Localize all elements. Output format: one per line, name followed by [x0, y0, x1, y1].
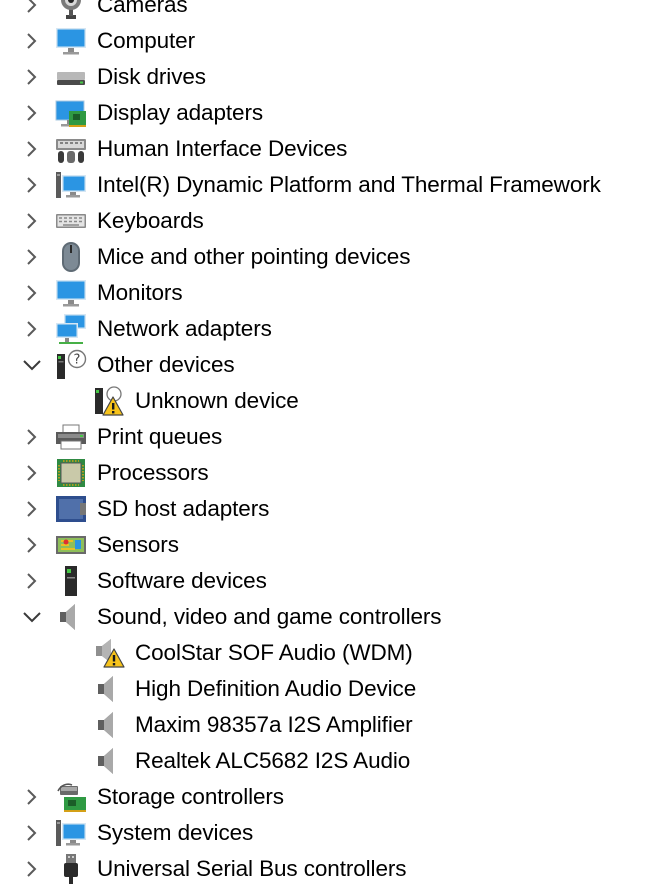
disk-drive-icon — [55, 61, 87, 93]
tree-item-label: SD host adapters — [97, 496, 270, 521]
tree-category-mice-and-other-pointing-devices[interactable]: Mice and other pointing devices — [0, 239, 662, 275]
tree-category-storage-controllers[interactable]: Storage controllers — [0, 779, 662, 815]
other-devices-icon: ? — [55, 349, 87, 381]
tree-item-label: Other devices — [97, 352, 235, 377]
unknown-device-warning-icon — [93, 385, 125, 417]
tree-category-sensors[interactable]: Sensors — [0, 527, 662, 563]
tree-item-label: Disk drives — [97, 64, 206, 89]
tree-item-label: Cameras — [97, 0, 188, 17]
sensor-icon — [55, 529, 87, 561]
tree-item-label: Monitors — [97, 280, 183, 305]
tree-category-system-devices[interactable]: System devices — [0, 815, 662, 851]
camera-icon — [55, 0, 87, 21]
tree-category-human-interface-devices[interactable]: Human Interface Devices — [0, 131, 662, 167]
tree-item-label: Print queues — [97, 424, 223, 449]
chevron-right-icon[interactable] — [22, 248, 42, 266]
tree-item-label: High Definition Audio Device — [135, 676, 417, 701]
chevron-right-icon[interactable] — [22, 284, 42, 302]
keyboard-icon — [55, 205, 87, 237]
tree-item-label: Sensors — [97, 532, 179, 557]
tree-category-sound-video-and-game-controllers[interactable]: Sound, video and game controllers — [0, 599, 662, 635]
tree-category-network-adapters[interactable]: Network adapters — [0, 311, 662, 347]
chevron-right-icon[interactable] — [22, 788, 42, 806]
monitor-icon — [55, 277, 87, 309]
chevron-right-icon[interactable] — [22, 104, 42, 122]
printer-icon — [55, 421, 87, 453]
chevron-right-icon[interactable] — [22, 860, 42, 878]
chevron-right-icon[interactable] — [22, 824, 42, 842]
tree-item-label: Human Interface Devices — [97, 136, 348, 161]
tree-device-maxim-98357a-i2s-amplifier[interactable]: Maxim 98357a I2S Amplifier — [0, 707, 662, 743]
mouse-icon — [55, 241, 87, 273]
chevron-right-icon[interactable] — [22, 500, 42, 518]
hid-icon — [55, 133, 87, 165]
network-adapter-icon — [55, 313, 87, 345]
display-adapter-icon — [55, 97, 87, 129]
system-device-icon — [55, 817, 87, 849]
tree-device-unknown-device[interactable]: Unknown device — [0, 383, 662, 419]
speaker-warning-icon — [93, 637, 125, 669]
chevron-right-icon[interactable] — [22, 320, 42, 338]
chevron-right-icon[interactable] — [22, 428, 42, 446]
storage-controller-icon — [55, 781, 87, 813]
tree-device-realtek-alc5682-i2s-audio[interactable]: Realtek ALC5682 I2S Audio — [0, 743, 662, 779]
tree-item-label: Processors — [97, 460, 209, 485]
chevron-right-icon[interactable] — [22, 32, 42, 50]
chevron-right-icon[interactable] — [22, 572, 42, 590]
speaker-icon — [93, 673, 125, 705]
chevron-right-icon[interactable] — [22, 176, 42, 194]
chevron-right-icon[interactable] — [22, 212, 42, 230]
system-device-icon — [55, 169, 87, 201]
speaker-icon — [93, 709, 125, 741]
tree-item-label: Keyboards — [97, 208, 204, 233]
tree-category-keyboards[interactable]: Keyboards — [0, 203, 662, 239]
tree-category-intel-r-dynamic-platform-and-thermal-framework[interactable]: Intel(R) Dynamic Platform and Thermal Fr… — [0, 167, 662, 203]
chevron-right-icon[interactable] — [22, 140, 42, 158]
tree-device-high-definition-audio-device[interactable]: High Definition Audio Device — [0, 671, 662, 707]
tree-device-coolstar-sof-audio-wdm[interactable]: CoolStar SOF Audio (WDM) — [0, 635, 662, 671]
tree-item-label: Software devices — [97, 568, 267, 593]
software-device-icon — [55, 565, 87, 597]
processor-icon — [55, 457, 87, 489]
svg-text:?: ? — [74, 353, 81, 368]
tree-item-label: Realtek ALC5682 I2S Audio — [135, 748, 411, 773]
tree-item-label: Sound, video and game controllers — [97, 604, 442, 629]
speaker-icon — [55, 601, 87, 633]
tree-category-print-queues[interactable]: Print queues — [0, 419, 662, 455]
tree-item-label: Universal Serial Bus controllers — [97, 856, 407, 881]
tree-item-label: System devices — [97, 820, 254, 845]
tree-item-label: Display adapters — [97, 100, 263, 125]
tree-item-label: CoolStar SOF Audio (WDM) — [135, 640, 413, 665]
monitor-icon — [55, 25, 87, 57]
usb-icon — [55, 853, 87, 885]
tree-category-software-devices[interactable]: Software devices — [0, 563, 662, 599]
tree-category-processors[interactable]: Processors — [0, 455, 662, 491]
tree-item-label: Maxim 98357a I2S Amplifier — [135, 712, 413, 737]
chevron-down-icon[interactable] — [22, 356, 42, 374]
tree-category-monitors[interactable]: Monitors — [0, 275, 662, 311]
tree-category-disk-drives[interactable]: Disk drives — [0, 59, 662, 95]
chevron-right-icon[interactable] — [22, 68, 42, 86]
tree-item-label: Storage controllers — [97, 784, 284, 809]
tree-category-sd-host-adapters[interactable]: SD host adapters — [0, 491, 662, 527]
chevron-right-icon[interactable] — [22, 536, 42, 554]
tree-item-label: Mice and other pointing devices — [97, 244, 411, 269]
chevron-down-icon[interactable] — [22, 608, 42, 626]
tree-item-label: Intel(R) Dynamic Platform and Thermal Fr… — [97, 172, 601, 197]
tree-category-other-devices[interactable]: ? Other devices — [0, 347, 662, 383]
tree-item-label: Computer — [97, 28, 195, 53]
tree-category-universal-serial-bus-controllers[interactable]: Universal Serial Bus controllers — [0, 851, 662, 887]
tree-category-computer[interactable]: Computer — [0, 23, 662, 59]
tree-item-label: Network adapters — [97, 316, 272, 341]
chevron-right-icon[interactable] — [22, 0, 42, 14]
tree-category-cameras[interactable]: Cameras — [0, 0, 662, 23]
chevron-right-icon[interactable] — [22, 464, 42, 482]
tree-item-label: Unknown device — [135, 388, 299, 413]
device-tree: Cameras Computer Disk drives Display adapte… — [0, 0, 662, 887]
tree-category-display-adapters[interactable]: Display adapters — [0, 95, 662, 131]
speaker-icon — [93, 745, 125, 777]
sd-host-adapter-icon — [55, 493, 87, 525]
